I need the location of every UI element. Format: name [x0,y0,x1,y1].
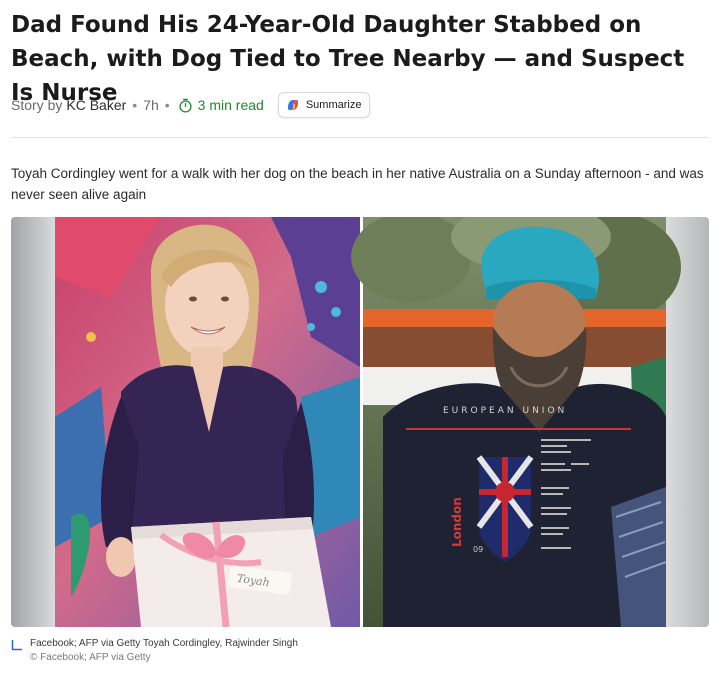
byline-prefix: Story by [11,97,63,113]
read-time-label: 3 min read [197,97,264,113]
article-photo[interactable]: Toyah EUROPEAN UNION London 09 [11,217,709,627]
story-age: 7h [143,97,159,113]
header-divider [11,137,709,138]
article-page: Dad Found His 24-Year-Old Daughter Stabb… [0,0,718,673]
photo-credit: © Facebook; AFP via Getty [30,652,151,663]
photo-right-panel: EUROPEAN UNION London 09 [351,217,681,627]
read-time: 3 min read [178,97,264,113]
photo-left-panel: Toyah [55,217,360,627]
copilot-icon [285,97,301,113]
caption-corner-icon [11,638,23,651]
byline-separator: • [164,97,170,113]
article-summary: Toyah Cordingley went for a walk with he… [11,166,704,202]
sweatshirt-side-text: London [450,497,464,547]
summarize-label: Summarize [305,99,362,111]
sweatshirt-text: EUROPEAN UNION [443,406,567,416]
byline: Story by KC Baker • 7h • 3 min read Summ… [11,90,371,120]
summarize-button[interactable]: Summarize [277,92,371,118]
photo-caption: Facebook; AFP via Getty Toyah Cordingley… [30,638,298,649]
clock-icon [178,98,193,113]
shield-graphic [476,455,534,562]
author-name[interactable]: KC Baker [66,97,126,113]
sweatshirt-number: 09 [473,545,483,554]
gift-box: Toyah [131,517,331,627]
byline-separator: • [132,97,138,113]
